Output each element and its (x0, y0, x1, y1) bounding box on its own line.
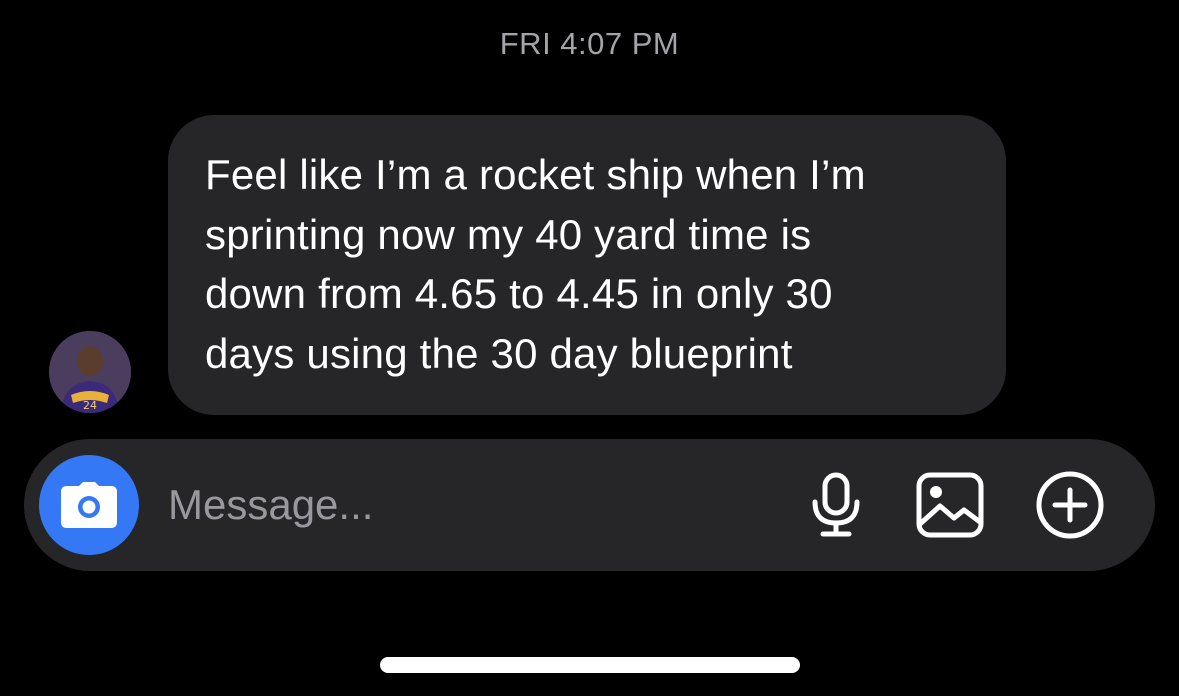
camera-icon (61, 482, 117, 528)
sender-avatar[interactable]: 24 (49, 331, 131, 413)
message-composer (24, 439, 1155, 571)
more-options-button[interactable] (1034, 469, 1106, 541)
gallery-button[interactable] (914, 469, 986, 541)
camera-button[interactable] (39, 455, 139, 555)
svg-text:24: 24 (83, 399, 97, 412)
message-timestamp: FRI 4:07 PM (499, 26, 680, 61)
message-text: Feel like I’m a rocket ship when I’m spr… (205, 151, 866, 377)
received-message-bubble[interactable]: Feel like I’m a rocket ship when I’m spr… (168, 115, 1006, 415)
voice-message-button[interactable] (800, 469, 872, 541)
avatar-photo: 24 (49, 331, 131, 413)
image-gallery-icon (916, 472, 984, 538)
message-input[interactable] (168, 479, 768, 531)
microphone-icon (812, 472, 860, 537)
plus-circle-icon (1036, 471, 1104, 539)
home-indicator[interactable] (380, 657, 800, 673)
